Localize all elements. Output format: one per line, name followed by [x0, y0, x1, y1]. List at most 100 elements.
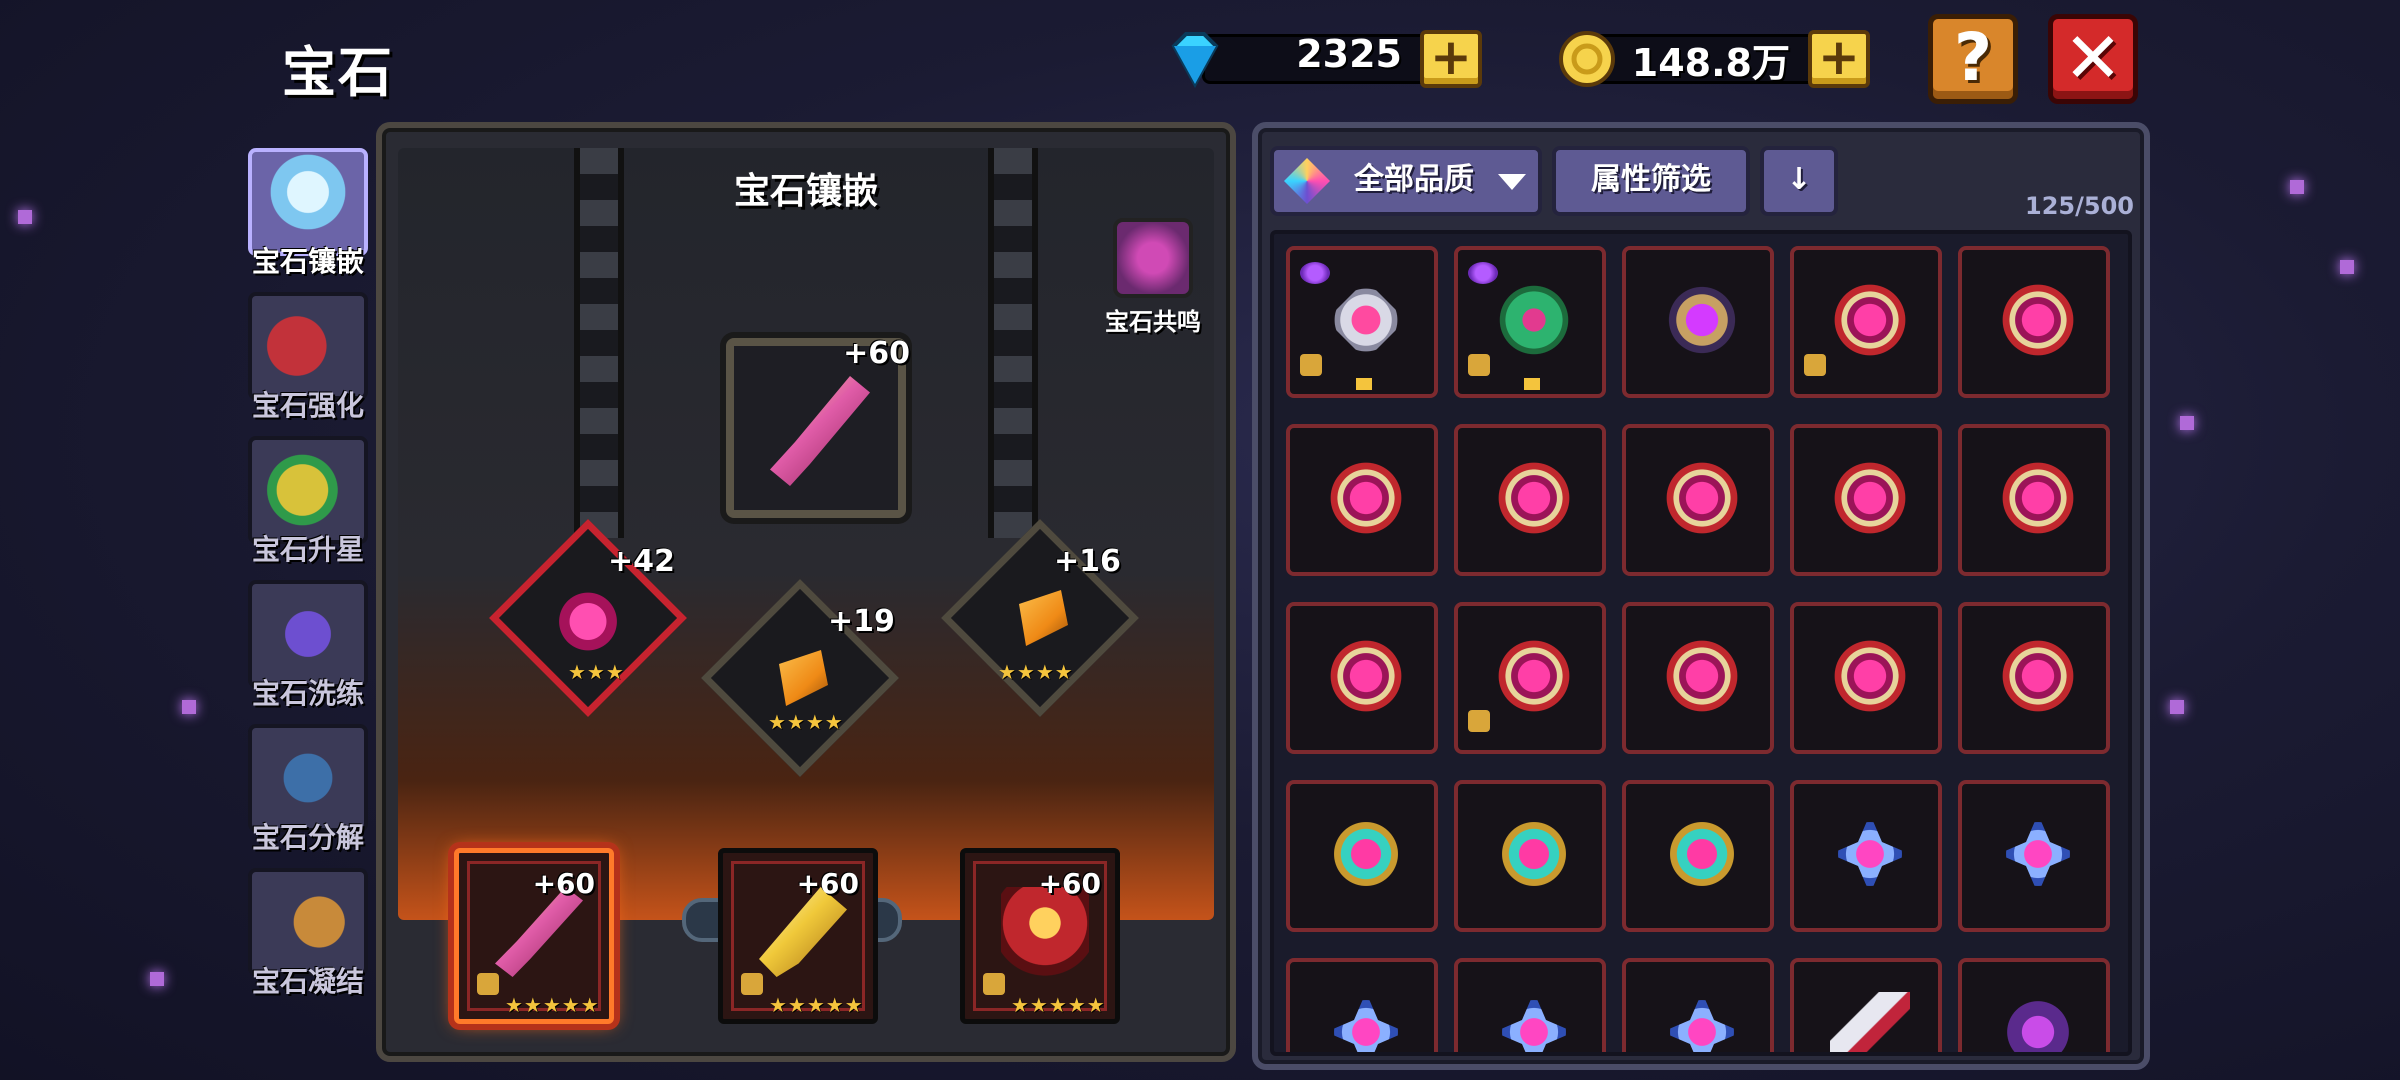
- gem-resonance-label: 宝石共鸣: [1105, 308, 1201, 336]
- background-sparkle: [150, 972, 164, 986]
- add-diamond-button[interactable]: +: [1420, 30, 1482, 88]
- blue-star-gem-icon: [1494, 992, 1574, 1052]
- teal-gem-icon: [1662, 814, 1742, 894]
- weapon-level: +60: [1038, 867, 1101, 900]
- sword-gem-icon: [1830, 992, 1910, 1052]
- background-sparkle: [18, 210, 32, 224]
- gem-socket-left-stars: ★★★: [568, 660, 625, 684]
- quality-filter-dropdown[interactable]: 全部品质: [1270, 146, 1542, 216]
- gem-item[interactable]: [1286, 602, 1438, 754]
- attribute-filter-button[interactable]: 属性筛选: [1552, 146, 1750, 216]
- gem-marker: [1356, 378, 1372, 390]
- gold-currency: 148.8万 +: [1554, 26, 1870, 92]
- gem-item[interactable]: [1958, 246, 2110, 398]
- gem-socket-right-stars: ★★★★: [998, 660, 1074, 684]
- tab-gem-condense[interactable]: 宝石凝结: [246, 868, 370, 1004]
- help-button[interactable]: ?: [1928, 14, 2018, 104]
- main-weapon-socket[interactable]: +60: [726, 336, 910, 518]
- gem-item[interactable]: [1790, 602, 1942, 754]
- heart-gem-icon: [1326, 458, 1406, 538]
- tab-gem-star[interactable]: 宝石升星: [246, 436, 370, 572]
- heart-gem-icon: [1494, 636, 1574, 716]
- quality-badge-icon: [1300, 262, 1330, 284]
- amber-gem-icon: [1005, 583, 1075, 653]
- gem-item[interactable]: [1454, 424, 1606, 576]
- dark-gem-icon: [1998, 992, 2078, 1052]
- gem-item[interactable]: [1622, 958, 1774, 1052]
- inventory-count: 125/500: [2025, 192, 2134, 220]
- tab-gem-socket[interactable]: 宝石镶嵌: [246, 148, 370, 284]
- close-button[interactable]: ✕: [2048, 14, 2138, 104]
- gem-item[interactable]: [1454, 958, 1606, 1052]
- gem-item[interactable]: [1958, 602, 2110, 754]
- right-chain: [988, 148, 1038, 538]
- tab-label: 宝石洗练: [251, 677, 364, 710]
- heart-gem-icon: [1998, 636, 2078, 716]
- gem-item[interactable]: [1286, 424, 1438, 576]
- left-chain: [574, 148, 624, 538]
- lock-icon: [1468, 710, 1490, 732]
- gem-item[interactable]: [1790, 780, 1942, 932]
- gem-inventory-panel: 全部品质 属性筛选 ↓ 125/500: [1252, 122, 2150, 1070]
- gem-resonance-button[interactable]: 宝石共鸣: [1098, 218, 1208, 337]
- gem-item[interactable]: [1622, 424, 1774, 576]
- weapon-slot[interactable]: +60 ★★★★★: [960, 848, 1120, 1024]
- tab-gem-enhance[interactable]: 宝石强化: [246, 292, 370, 428]
- lock-icon: [1300, 354, 1322, 376]
- heart-gem-icon: [1998, 280, 2078, 360]
- gold-coin-icon: [1559, 31, 1615, 87]
- gem-item[interactable]: [1286, 780, 1438, 932]
- gem-item[interactable]: [1790, 958, 1942, 1052]
- gold-amount: 148.8万: [1631, 41, 1790, 85]
- gem-item[interactable]: [1958, 780, 2110, 932]
- tab-gem-reforge[interactable]: 宝石洗练: [246, 580, 370, 716]
- tab-gem-decompose[interactable]: 宝石分解: [246, 724, 370, 860]
- gem-item[interactable]: [1958, 424, 2110, 576]
- gem-item[interactable]: [1790, 424, 1942, 576]
- heart-gem-icon: [1998, 458, 2078, 538]
- add-gold-button[interactable]: +: [1808, 30, 1870, 88]
- background-sparkle: [2180, 416, 2194, 430]
- quality-filter-label: 全部品质: [1354, 162, 1474, 197]
- gem-item[interactable]: [1286, 246, 1438, 398]
- gem-item[interactable]: [1622, 602, 1774, 754]
- weapon-slot[interactable]: +60 ★★★★★: [718, 848, 878, 1024]
- pink-silver-gem-icon: [1326, 280, 1406, 360]
- weapon-stars: ★★★★★: [769, 993, 864, 1017]
- heart-gem-icon: [553, 583, 623, 653]
- lock-icon: [741, 973, 763, 995]
- gem-resonance-icon: [1113, 218, 1193, 298]
- diamond-icon: [1171, 32, 1219, 89]
- weapon-stars: ★★★★★: [505, 993, 600, 1017]
- background-sparkle: [2170, 700, 2184, 714]
- tab-label: 宝石镶嵌: [251, 245, 364, 278]
- teal-gem-icon: [1326, 814, 1406, 894]
- background-sparkle: [182, 700, 196, 714]
- gem-grid[interactable]: [1270, 230, 2132, 1056]
- green-gem-icon: [1494, 280, 1574, 360]
- gem-item[interactable]: [1958, 958, 2110, 1052]
- weapon-slot[interactable]: +60 ★★★★★: [454, 848, 614, 1024]
- gem-socket-right-level: +16: [1054, 544, 1121, 579]
- gem-item[interactable]: [1622, 246, 1774, 398]
- gem-item[interactable]: [1622, 780, 1774, 932]
- heart-gem-icon: [1830, 280, 1910, 360]
- gem-item[interactable]: [1454, 246, 1606, 398]
- heart-gem-icon: [1830, 458, 1910, 538]
- background-sparkle: [2340, 260, 2354, 274]
- violet-gem-icon: [1662, 280, 1742, 360]
- sort-button[interactable]: ↓: [1760, 146, 1838, 216]
- gem-item[interactable]: [1454, 602, 1606, 754]
- blue-star-gem-icon: [1326, 992, 1406, 1052]
- socket-title: 宝石镶嵌: [733, 171, 878, 212]
- heart-gem-icon: [1662, 458, 1742, 538]
- gem-item[interactable]: [1454, 780, 1606, 932]
- background-sparkle: [2290, 180, 2304, 194]
- chevron-down-icon: [1498, 174, 1526, 190]
- tab-label: 宝石升星: [251, 533, 364, 566]
- gem-item[interactable]: [1286, 958, 1438, 1052]
- lock-icon: [983, 973, 1005, 995]
- heart-gem-icon: [1326, 636, 1406, 716]
- gem-item[interactable]: [1790, 246, 1942, 398]
- tab-label: 宝石分解: [251, 821, 364, 854]
